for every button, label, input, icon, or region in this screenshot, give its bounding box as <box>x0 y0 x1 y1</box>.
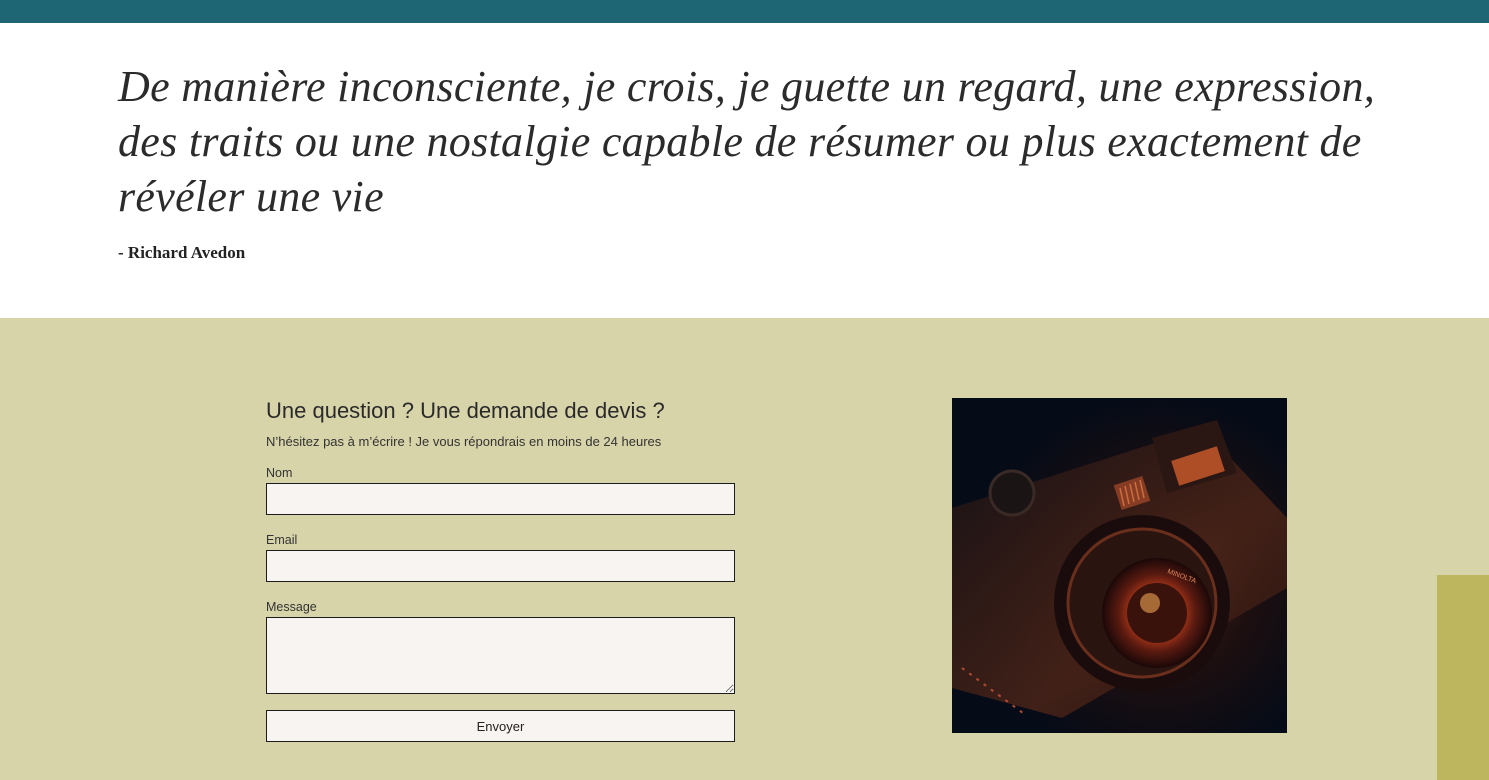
contact-form-title: Une question ? Une demande de devis ? <box>266 398 665 423</box>
quote-text: De manière inconsciente, je crois, je gu… <box>118 62 1376 221</box>
email-field[interactable] <box>266 550 735 582</box>
contact-section: Une question ? Une demande de devis ? N’… <box>0 318 1489 780</box>
contact-form-subtitle: N’hésitez pas à m’écrire ! Je vous répon… <box>266 434 662 449</box>
submit-button[interactable]: Envoyer <box>266 710 735 742</box>
email-label: Email <box>266 533 298 547</box>
message-label: Message <box>266 600 317 614</box>
quote-section: De manière inconsciente, je crois, je gu… <box>0 23 1489 318</box>
camera-photo: MINOLTA <box>952 398 1287 733</box>
name-field[interactable] <box>266 483 735 515</box>
name-label: Nom <box>266 466 293 480</box>
quote-author: - Richard Avedon <box>118 243 246 262</box>
top-bar <box>0 0 1489 23</box>
accent-block <box>1437 575 1489 780</box>
message-field[interactable] <box>266 617 735 694</box>
